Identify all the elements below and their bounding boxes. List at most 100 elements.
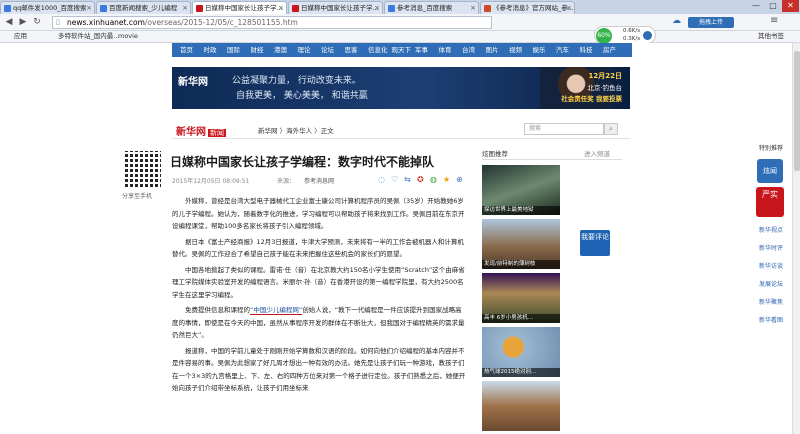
search-input[interactable]: 搜索 [524,123,604,135]
banner-vote-link[interactable]: 社会责任奖 我要投票 [561,93,622,103]
tab-title: 日媒称中国家长让孩子学... [301,4,379,12]
close-icon[interactable]: × [182,2,188,14]
close-icon[interactable]: × [566,2,572,14]
nav-item[interactable]: 观天下 [392,43,412,57]
site-logo-sub: 新闻 [208,129,226,137]
nav-item[interactable]: 科技 [580,43,593,57]
browser-tab[interactable]: 《参考消息》官方网站_参... × [480,1,575,14]
sidebar-link[interactable]: 新华访谈 [750,261,792,270]
minimize-button[interactable]: — [748,0,764,12]
nav-item[interactable]: 视频 [509,43,522,57]
more-link[interactable]: 进入频道 [584,148,610,158]
photo-thumb[interactable]: 高丰 6岁小男孩机... [482,273,560,323]
nav-item[interactable]: 军事 [415,43,428,57]
close-window-button[interactable]: ✕ [782,0,799,12]
scrollbar-thumb[interactable] [794,51,800,171]
nav-item[interactable]: 图片 [486,43,499,57]
close-icon[interactable]: × [86,2,92,14]
bookmark-movie[interactable]: movie [118,31,138,42]
weibo-icon[interactable]: ✪ [417,175,424,184]
highlighted-text[interactable]: “中国少儿编程网” [250,306,303,315]
status-icon [643,31,652,40]
nav-item[interactable]: 国际 [227,43,240,57]
nav-item[interactable]: 财经 [251,43,264,57]
share-icon[interactable]: ⇆ [404,175,411,184]
reload-icon[interactable]: ↻ [31,16,43,28]
nav-item[interactable]: 信息化 [368,43,388,57]
nav-item[interactable]: 台湾 [462,43,475,57]
paragraph: 据日本《富士产经商报》12月3日报道，牛津大学预测，未来将有一半的工作会被机器人… [172,237,464,259]
article-meta: 2015年12月05日 08:09:51 来源： 参考消息网 [172,176,334,185]
search-icon[interactable]: ⌕ [604,123,618,135]
recommend-header: 炫图推荐 进入频道 [482,148,622,160]
comment-button[interactable]: 我要评论 [580,230,610,256]
favicon-icon [4,5,11,12]
banner-logo: 新华网 [178,77,208,88]
wechat-icon[interactable]: ◍ [430,175,437,184]
bookmark-apps[interactable]: 应用 [14,31,27,42]
browser-tab[interactable]: 参考消息_百度搜索 × [384,1,479,14]
nav-item[interactable]: 体育 [439,43,452,57]
photo-thumb[interactable]: 热气球2015绝对别... [482,327,560,377]
close-icon[interactable]: × [374,2,380,14]
nav-item[interactable]: 时政 [204,43,217,57]
bookmark-other[interactable]: 其他书签 [758,31,784,42]
ad-banner[interactable]: 新华网 公益凝聚力量， 行动改变未来。 自我更美， 美心美美， 和谐共赢 12月… [172,67,630,109]
download-speed: 0.3K/s [623,36,641,42]
upload-speed: 0.6K/s [623,28,641,34]
site-nav: 首页 时政 国际 财经 港澳 理论 论坛 思客 信息化 观天下 军事 体育 台湾 图片 视频 娱乐 汽车 科技 房产 [172,43,632,57]
url-path: /overseas/2015-12/05/c_128501155.htm [144,18,298,27]
browser-tab[interactable]: qq邮件发1000_百度搜索 × [0,1,95,14]
sidebar-link[interactable]: 发展论坛 [750,279,792,288]
url-field[interactable]: ▯ news.xinhuanet.com/overseas/2015-12/05/… [52,16,492,29]
nav-item[interactable]: 论坛 [321,43,334,57]
cloud-icon[interactable]: ☁ [672,16,681,26]
sidebar-link[interactable]: 新华视点 [750,225,792,234]
site-logo[interactable]: 新华网 新闻 [176,123,226,138]
breadcrumb-row: 新华网 新闻 新华网 〉海外华人 〉正文 搜索 ⌕ [172,121,630,139]
banner-slogan: 公益凝聚力量， 行动改变未来。 [232,76,361,86]
nav-item[interactable]: 港澳 [274,43,287,57]
close-icon[interactable]: × [470,2,476,14]
favicon-icon [292,5,299,12]
favicon-icon [100,5,107,12]
restore-button[interactable]: □ [765,0,781,12]
nav-item[interactable]: 娱乐 [533,43,546,57]
forward-icon[interactable]: ▶ [17,16,29,28]
photo-thumb[interactable] [482,381,560,431]
photo-thumb[interactable]: 探访世界上最美地狱 [482,165,560,215]
xuanwen-badge[interactable]: 炫闻 [757,159,783,183]
nav-item[interactable]: 汽车 [556,43,569,57]
yanshi-badge[interactable]: 严实 [756,187,784,217]
breadcrumb[interactable]: 新华网 〉海外华人 〉正文 [258,125,334,135]
paragraph-text: 免费提供信息和课程的 [185,306,250,314]
nav-item[interactable]: 房产 [603,43,616,57]
browser-tab[interactable]: 日媒称中国家长让孩子学... × [288,1,383,14]
heart-icon[interactable]: ♡ [391,175,398,184]
site-logo-text: 新华网 [176,127,206,138]
right-sidebar: 特别推荐 炫闻 严实 新华视点 新华时评 新华访谈 发展论坛 新华聚焦 新华看图 [750,143,792,333]
close-icon[interactable]: × [278,2,284,14]
browser-tab[interactable]: 百度新闻搜索_少儿编程 × [96,1,191,14]
nav-item[interactable]: 理论 [298,43,311,57]
vertical-scrollbar[interactable] [792,43,800,434]
more-icon[interactable]: ⊕ [456,175,463,184]
bookmark-duote[interactable]: 多特软件站_国内最... [58,31,119,42]
comment-icon[interactable]: ◌ [378,175,385,184]
nav-item[interactable]: 首页 [180,43,193,57]
photo-thumb[interactable]: 发现/前特制的薄树枝 [482,219,560,269]
tab-title: 参考消息_百度搜索 [397,4,453,12]
menu-icon[interactable]: ≡ [770,15,778,26]
browser-tab-active[interactable]: 日媒称中国家长让孩子学... × [192,1,287,14]
network-speed-widget[interactable]: 60% 0.6K/s 0.3K/s [594,26,656,44]
recommend-title: 炫图推荐 [482,150,508,158]
upload-button[interactable]: 拖拽上传 [688,17,734,28]
sidebar-link[interactable]: 新华时评 [750,243,792,252]
nav-item[interactable]: 思客 [345,43,358,57]
article-source[interactable]: 参考消息网 [304,176,334,185]
back-icon[interactable]: ◀ [3,16,15,28]
sidebar-link[interactable]: 新华聚焦 [750,297,792,306]
sidebar-link[interactable]: 新华看图 [750,315,792,324]
qr-label: 分享至手机 [122,193,153,200]
qzone-icon[interactable]: ★ [443,175,450,184]
